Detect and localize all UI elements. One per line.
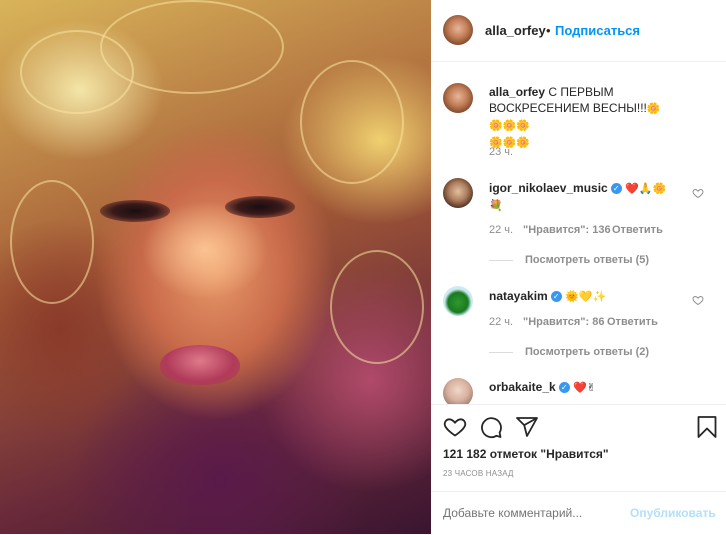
verified-icon: ✓ — [558, 382, 570, 394]
caption: alla_orfey С ПЕРВЫМ ВОСКРЕСЕНИЕМ ВЕСНЫ!!… — [489, 84, 669, 151]
post-side-panel: alla_orfey • Подписаться alla_orfey С ПЕ… — [431, 0, 726, 534]
comment: orbakaite_k ✓ ❤️✌ — [489, 379, 596, 396]
comment-username[interactable]: igor_nikolaev_music — [489, 181, 608, 195]
post-photo[interactable] — [0, 0, 431, 534]
avatar[interactable] — [443, 15, 473, 45]
comment-clip: orbakaite_k ✓ ❤️✌ — [431, 370, 726, 404]
hair-curl — [300, 60, 404, 184]
hair-curl — [100, 0, 284, 94]
post-timestamp[interactable]: 23 ЧАСОВ НАЗАД — [443, 469, 514, 478]
comment-text: 💐 — [489, 200, 503, 212]
comment-icon[interactable] — [479, 415, 503, 439]
separator-dot: • — [546, 23, 551, 38]
verified-icon: ✓ — [550, 291, 562, 303]
comment-likes[interactable]: "Нравится": 86 — [523, 316, 604, 328]
follow-button[interactable]: Подписаться — [555, 23, 640, 38]
comment-username[interactable]: natayakim — [489, 289, 548, 303]
comment: igor_nikolaev_music ✓ ❤️🙏🌼 💐 — [489, 180, 666, 214]
comment-username[interactable]: orbakaite_k — [489, 380, 556, 394]
comment-likes[interactable]: "Нравится": 136 — [523, 224, 611, 236]
comment-text: ❤️🙏🌼 — [625, 183, 667, 195]
caption-avatar[interactable] — [443, 83, 473, 113]
lips — [160, 345, 240, 385]
share-icon[interactable] — [515, 415, 539, 439]
view-replies-button[interactable]: Посмотреть ответы (5) — [525, 254, 649, 266]
view-replies-button[interactable]: Посмотреть ответы (2) — [525, 346, 649, 358]
comment-time[interactable]: 22 ч. — [489, 224, 513, 236]
author-username[interactable]: alla_orfey — [485, 23, 546, 38]
post-header: alla_orfey • Подписаться — [431, 0, 726, 62]
verified-icon: ✓ — [610, 183, 622, 195]
publish-button[interactable]: Опубликовать — [630, 506, 716, 520]
bookmark-icon[interactable] — [696, 415, 718, 439]
replies-divider — [489, 260, 513, 261]
caption-timestamp[interactable]: 23 ч. — [489, 146, 513, 158]
eye-right — [225, 196, 295, 218]
comment-time[interactable]: 22 ч. — [489, 316, 513, 328]
comment-text: 🌞💛✨ — [565, 291, 607, 303]
likes-count[interactable]: 121 182 отметок "Нравится" — [443, 447, 609, 461]
comment-avatar[interactable] — [443, 378, 473, 404]
heart-icon[interactable] — [443, 415, 467, 439]
comment-input[interactable] — [443, 503, 623, 523]
caption-username[interactable]: alla_orfey — [489, 85, 545, 99]
comment-text: ❤️✌ — [573, 382, 596, 394]
comment: natayakim ✓ 🌞💛✨ — [489, 288, 606, 305]
reply-button[interactable]: Ответить — [607, 316, 658, 328]
add-comment-bar: Опубликовать — [431, 491, 726, 535]
reply-button[interactable]: Ответить — [612, 224, 663, 236]
hair-curl — [10, 180, 94, 304]
comment-avatar[interactable] — [443, 178, 473, 208]
small-heart-icon[interactable] — [692, 187, 704, 199]
hair-curl — [330, 250, 424, 364]
small-heart-icon[interactable] — [692, 294, 704, 306]
eye-left — [100, 200, 170, 222]
replies-divider — [489, 352, 513, 353]
comment-avatar[interactable] — [443, 286, 473, 316]
